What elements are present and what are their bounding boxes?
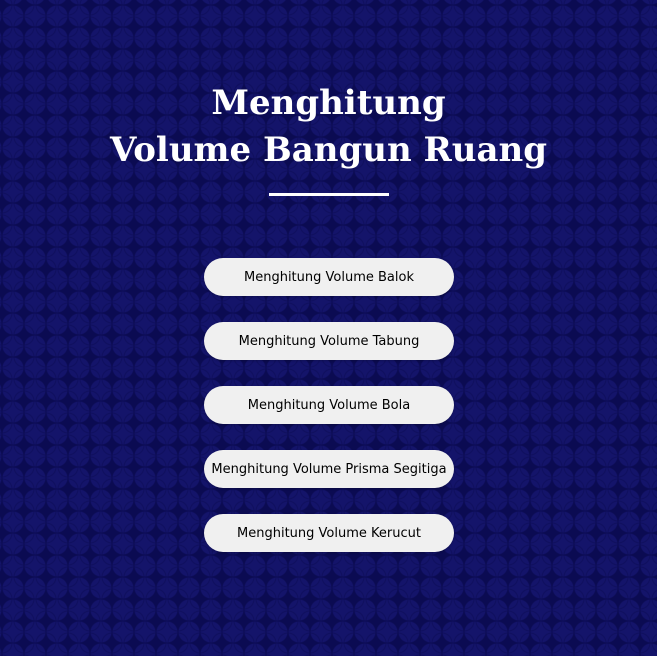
prisma-segitiga-volume-button[interactable]: Menghitung Volume Prisma Segitiga xyxy=(204,450,454,488)
main-container: Menghitung Volume Bangun Ruang Menghitun… xyxy=(0,0,657,656)
tabung-volume-button[interactable]: Menghitung Volume Tabung xyxy=(204,322,454,360)
balok-volume-button[interactable]: Menghitung Volume Balok xyxy=(204,258,454,296)
page-title-line2: Volume Bangun Ruang xyxy=(109,130,548,170)
page-title-line1: Menghitung xyxy=(211,83,446,123)
bola-volume-button[interactable]: Menghitung Volume Bola xyxy=(204,386,454,424)
title-divider xyxy=(269,193,389,196)
kerucut-volume-button[interactable]: Menghitung Volume Kerucut xyxy=(204,514,454,552)
